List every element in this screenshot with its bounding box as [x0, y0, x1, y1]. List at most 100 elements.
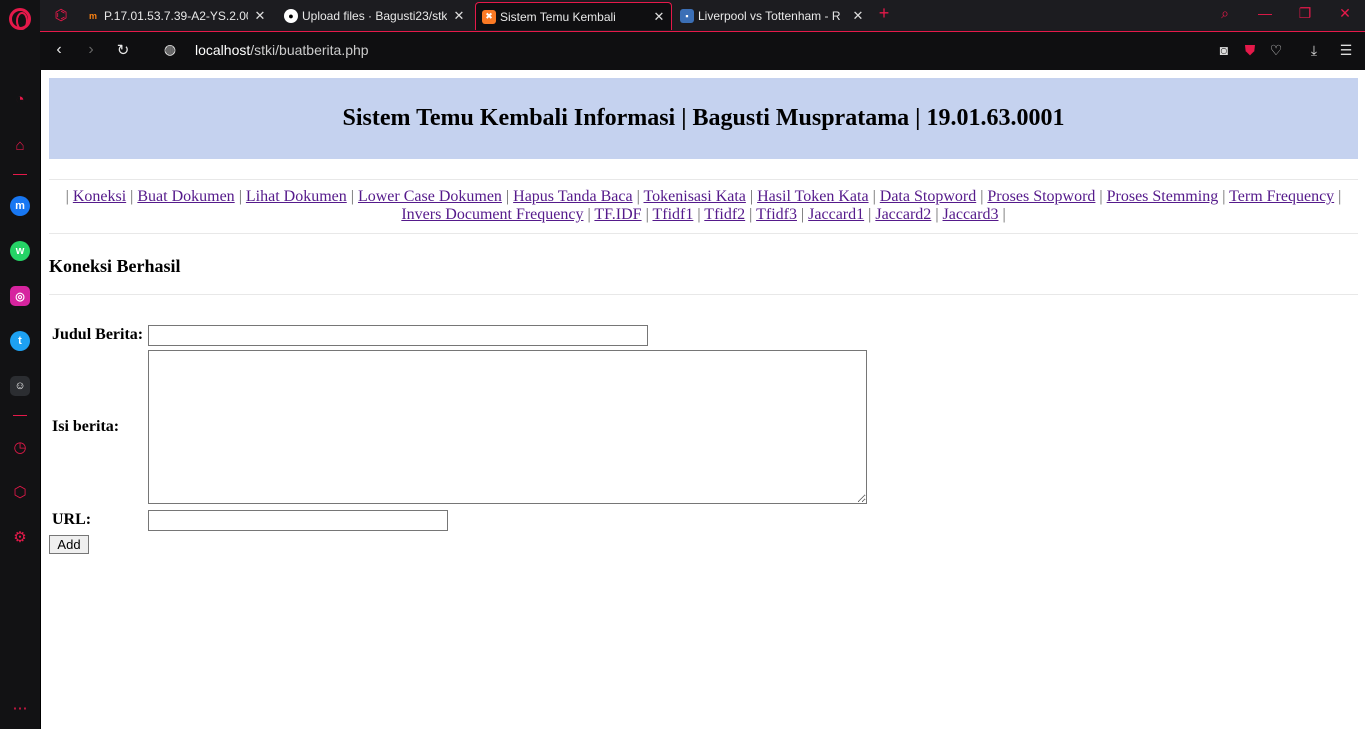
content-label: Isi berita:: [52, 418, 120, 435]
nav-separator: |: [745, 206, 757, 223]
url-input[interactable]: [148, 510, 448, 531]
title-input[interactable]: [148, 325, 648, 346]
browser-sidebar: ◔ ⌂ m w ◎ t ☺ ◷ ⬡ ⚙ ⋯: [0, 0, 40, 729]
restore-icon[interactable]: ❐: [1295, 5, 1315, 22]
nav-separator: |: [583, 206, 595, 223]
tab-title: Upload files · Bagusti23/stki: [302, 9, 447, 23]
nav-link-invers-document-frequency[interactable]: Invers Document Frequency: [401, 206, 583, 223]
my-flow-icon[interactable]: ⌂: [9, 134, 31, 156]
nav-separator: |: [65, 188, 73, 205]
nav-separator: |: [976, 188, 988, 205]
nav-separator: |: [693, 206, 705, 223]
more-dots-icon[interactable]: ⋯: [9, 697, 31, 719]
nav-link-term-frequency[interactable]: Term Frequency: [1229, 188, 1334, 205]
messenger-icon[interactable]: m: [9, 195, 31, 217]
easy-setup-icon[interactable]: ☰: [1337, 42, 1355, 59]
url-field[interactable]: localhost/stki/buatberita.php: [195, 42, 369, 58]
nav-link-tfidf2[interactable]: Tfidf2: [704, 206, 745, 223]
twitter-icon[interactable]: t: [9, 330, 31, 352]
download-icon[interactable]: ⤓: [1305, 42, 1323, 59]
url-label: URL:: [52, 511, 92, 528]
nav-link-data-stopword[interactable]: Data Stopword: [880, 188, 976, 205]
tab-bar: ⌬ m P.17.01.53.7.39-A2-YS.2.00. ✕ ● Uplo…: [40, 0, 1365, 31]
divider: [49, 294, 1358, 295]
nav-link-hasil-token-kata[interactable]: Hasil Token Kata: [757, 188, 868, 205]
nav-separator: |: [998, 206, 1006, 223]
nav-separator: |: [632, 188, 644, 205]
instagram-icon[interactable]: ◎: [9, 285, 31, 307]
nav-separator: |: [868, 188, 880, 205]
tab-sistem-temu-kembali[interactable]: ✖ Sistem Temu Kembali ✕: [475, 2, 672, 30]
divider: [49, 233, 1358, 234]
divider: [49, 179, 1358, 180]
new-tab-plus-icon[interactable]: +: [874, 3, 894, 24]
workspace-icon[interactable]: ⌬: [50, 4, 72, 26]
globe-icon[interactable]: ◍: [160, 41, 180, 58]
nav-separator: |: [745, 188, 758, 205]
close-icon[interactable]: ✕: [850, 8, 866, 24]
close-icon[interactable]: ✕: [252, 8, 268, 24]
nav-link-tokenisasi-kata[interactable]: Tokenisasi Kata: [644, 188, 746, 205]
nav-separator: |: [1218, 188, 1230, 205]
close-icon[interactable]: ✕: [651, 9, 667, 25]
nav-separator: |: [501, 188, 514, 205]
github-icon: ●: [284, 9, 298, 23]
nav-link-proses-stopword[interactable]: Proses Stopword: [987, 188, 1095, 205]
bookmark-heart-icon[interactable]: ♡: [1267, 42, 1285, 59]
tab-title: P.17.01.53.7.39-A2-YS.2.00.: [104, 9, 248, 23]
sidebar-divider: [13, 415, 27, 416]
moodle-icon: m: [88, 11, 97, 21]
snapshot-camera-icon[interactable]: ◙: [1215, 42, 1233, 58]
whatsapp-icon[interactable]: w: [9, 240, 31, 262]
nav-link-hapus-tanda-baca[interactable]: Hapus Tanda Baca: [513, 188, 632, 205]
page-title: Sistem Temu Kembali Informasi | Bagusti …: [342, 105, 1065, 131]
close-icon[interactable]: ✕: [451, 8, 467, 24]
page-header: Sistem Temu Kembali Informasi | Bagusti …: [49, 78, 1358, 159]
tab-liverpool[interactable]: ▪ Liverpool vs Tottenham - R ✕: [674, 2, 870, 30]
nav-link-tfidf1[interactable]: Tfidf1: [653, 206, 694, 223]
site-icon: ▪: [680, 9, 694, 23]
title-label: Judul Berita:: [52, 326, 144, 343]
nav-link-buat-dokumen[interactable]: Buat Dokumen: [137, 188, 234, 205]
history-icon[interactable]: ◷: [9, 436, 31, 458]
reload-icon[interactable]: ↻: [113, 41, 133, 59]
nav-link-jaccard1[interactable]: Jaccard1: [808, 206, 864, 223]
nav-link-lihat-dokumen[interactable]: Lihat Dokumen: [246, 188, 347, 205]
extensions-icon[interactable]: ⬡: [9, 481, 31, 503]
tab-title: Sistem Temu Kembali: [500, 9, 616, 24]
discord-icon[interactable]: ☺: [9, 375, 31, 397]
xampp-icon: ✖: [482, 9, 496, 24]
url-host: localhost: [195, 42, 251, 58]
nav-link-tfidf3[interactable]: Tfidf3: [756, 206, 797, 223]
speed-dial-icon[interactable]: ◔: [9, 88, 31, 110]
close-window-icon[interactable]: ✕: [1335, 5, 1355, 22]
tab-title: Liverpool vs Tottenham - R: [698, 9, 841, 23]
settings-gear-icon[interactable]: ⚙: [9, 526, 31, 548]
nav-link-jaccard3[interactable]: Jaccard3: [943, 206, 999, 223]
nav-separator: |: [1095, 188, 1107, 205]
sidebar-divider: [13, 174, 27, 175]
tab-moodle[interactable]: m P.17.01.53.7.39-A2-YS.2.00. ✕: [80, 2, 272, 30]
nav-link-proses-stemming[interactable]: Proses Stemming: [1107, 188, 1219, 205]
add-button[interactable]: Add: [49, 535, 89, 554]
forward-arrow-icon[interactable]: ›: [81, 41, 101, 59]
nav-link-koneksi[interactable]: Koneksi: [73, 188, 126, 205]
url-path: /stki/buatberita.php: [250, 42, 369, 58]
adblock-shield-icon[interactable]: ⛊: [1241, 42, 1259, 59]
tab-github[interactable]: ● Upload files · Bagusti23/stki ✕: [278, 2, 471, 30]
nav-separator: |: [931, 206, 943, 223]
nav-link-lower-case-dokumen[interactable]: Lower Case Dokumen: [358, 188, 502, 205]
opera-logo-icon[interactable]: [9, 8, 31, 30]
nav-separator: |: [796, 206, 809, 223]
nav-separator: |: [641, 206, 653, 223]
nav-link-jaccard2[interactable]: Jaccard2: [875, 206, 931, 223]
nav-separator: |: [234, 188, 246, 205]
content-textarea[interactable]: [148, 350, 867, 504]
minimize-icon[interactable]: —: [1255, 5, 1275, 21]
back-arrow-icon[interactable]: ‹: [49, 41, 69, 59]
page-viewport: Sistem Temu Kembali Informasi | Bagusti …: [41, 70, 1365, 729]
nav-separator: |: [864, 206, 876, 223]
search-tabs-icon[interactable]: ⌕: [1215, 5, 1235, 22]
nav-link-tf-idf[interactable]: TF.IDF: [594, 206, 641, 223]
connection-status: Koneksi Berhasil: [49, 256, 181, 276]
